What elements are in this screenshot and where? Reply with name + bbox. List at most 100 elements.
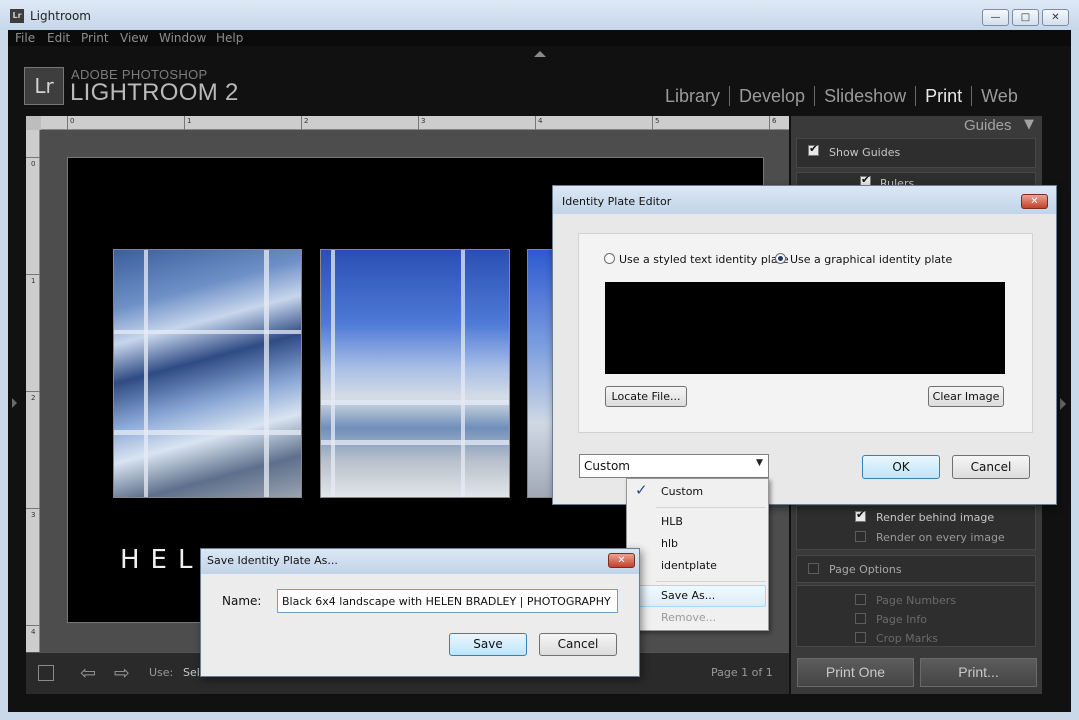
photo-detail [264,250,269,497]
module-print[interactable]: Print [916,86,971,107]
photo-detail [321,400,509,405]
ruler-label-h: 6 [772,117,777,125]
right-panel-toggle-icon[interactable] [1060,398,1066,410]
top-panel-toggle-icon[interactable] [534,51,546,57]
menu-item-remove[interactable]: Remove... [661,611,716,624]
page-options-label: Page Options [829,563,902,576]
menu-item-save-as[interactable]: Save As... [661,589,715,602]
module-web[interactable]: Web [972,86,1027,107]
ruler-tick [301,116,302,130]
save-cancel-button[interactable]: Cancel [539,633,617,656]
render-every-checkbox[interactable] [855,531,866,542]
ruler-label-h: 4 [538,117,543,125]
ruler-tick [67,116,68,130]
ruler-tick [535,116,536,130]
window-titlebar [0,0,1079,30]
photo-detail [461,250,465,497]
menu-window[interactable]: Window [159,31,206,45]
guides-collapse-icon[interactable]: ▼ [1024,117,1034,132]
use-label: Use: [149,666,174,679]
page-numbers-checkbox[interactable] [855,594,866,605]
locate-file-button[interactable]: Locate File... [605,386,687,407]
menu-separator [656,581,766,582]
preset-name-input[interactable] [277,589,618,613]
graphical-radio[interactable] [775,253,786,264]
page-indicator: Page 1 of 1 [711,666,773,679]
ok-button[interactable]: OK [862,455,940,479]
crop-marks-label: Crop Marks [876,632,939,645]
photo-detail [144,250,148,497]
photo-cell-1[interactable] [113,249,302,498]
chevron-down-icon[interactable]: ▼ [756,458,763,468]
module-picker: Library Develop Slideshow Print Web [656,84,1027,108]
ruler-label-v: 3 [31,511,36,519]
ruler-tick [26,274,40,275]
ruler-tick [26,508,40,509]
show-guides-label: Show Guides [829,146,901,159]
clear-image-button[interactable]: Clear Image [928,386,1004,407]
ruler-label-v: 1 [31,277,36,285]
print-button[interactable]: Print... [920,658,1037,687]
lightroom-logo: Lr [24,67,64,105]
left-panel-toggle-icon[interactable] [12,398,17,408]
graphical-label: Use a graphical identity plate [790,253,953,266]
dialog-close-button[interactable]: ✕ [1021,194,1048,209]
menu-item-identplate[interactable]: identplate [661,559,717,572]
identity-plate-preview [605,282,1005,374]
dialog-close-button[interactable]: ✕ [608,553,635,568]
save-button[interactable]: Save [449,633,527,656]
menu-item-hlb-lower[interactable]: hlb [661,537,678,550]
menu-view[interactable]: View [120,31,148,45]
ruler-label-h: 2 [304,117,309,125]
ruler-tick [184,116,185,130]
menu-file[interactable]: File [15,31,35,45]
ruler-label-v: 4 [31,628,36,636]
styled-text-label: Use a styled text identity plate [619,253,789,266]
photo-cell-3[interactable] [527,249,553,498]
photo-detail [331,250,335,497]
minimize-button[interactable]: — [982,9,1009,26]
brand-line-2: LIGHTROOM 2 [70,79,239,106]
styled-text-radio[interactable] [604,253,615,264]
maximize-button[interactable]: □ [1012,9,1039,26]
page-info-label: Page Info [876,613,927,626]
module-library[interactable]: Library [656,86,729,107]
render-behind-label: Render behind image [876,511,995,524]
next-page-icon[interactable]: ⇨ [114,663,130,683]
ruler-tick [26,157,40,158]
dialog-title: Save Identity Plate As... [207,554,338,567]
previous-page-icon[interactable]: ⇦ [80,663,96,683]
ruler-tick [418,116,419,130]
module-develop[interactable]: Develop [730,86,814,107]
ruler-label-h: 5 [655,117,660,125]
ruler-label-h: 1 [187,117,192,125]
show-guides-checkbox[interactable] [808,142,819,156]
page-options-checkbox[interactable] [808,563,819,574]
window-close-button[interactable]: ✕ [1042,9,1069,26]
menu-edit[interactable]: Edit [47,31,70,45]
menu-help[interactable]: Help [216,31,243,45]
use-selector[interactable]: Sel [183,666,200,679]
photo-cell-2[interactable] [320,249,510,498]
check-icon: ✓ [635,481,648,499]
menu-item-custom[interactable]: Custom [661,485,703,498]
module-slideshow[interactable]: Slideshow [815,86,915,107]
ruler-tick [769,116,770,130]
menu-item-hlb[interactable]: HLB [661,515,683,528]
lightroom-app-icon: Lr [10,9,24,23]
dialog-title: Identity Plate Editor [562,195,672,208]
ipe-cancel-button[interactable]: Cancel [952,455,1030,479]
preset-menu [626,478,769,631]
ruler-tick [26,391,40,392]
page-info-checkbox[interactable] [855,613,866,624]
crop-marks-checkbox[interactable] [855,632,866,643]
ruler-tick [652,116,653,130]
render-behind-checkbox[interactable] [855,508,866,522]
ruler-label-h: 3 [421,117,426,125]
menu-print[interactable]: Print [81,31,109,45]
ruler-corner [26,116,41,130]
print-one-button[interactable]: Print One [797,658,914,687]
guides-panel-header[interactable]: Guides [964,117,1012,134]
page-view-toggle-button[interactable] [38,665,54,681]
menu-separator [656,507,766,508]
